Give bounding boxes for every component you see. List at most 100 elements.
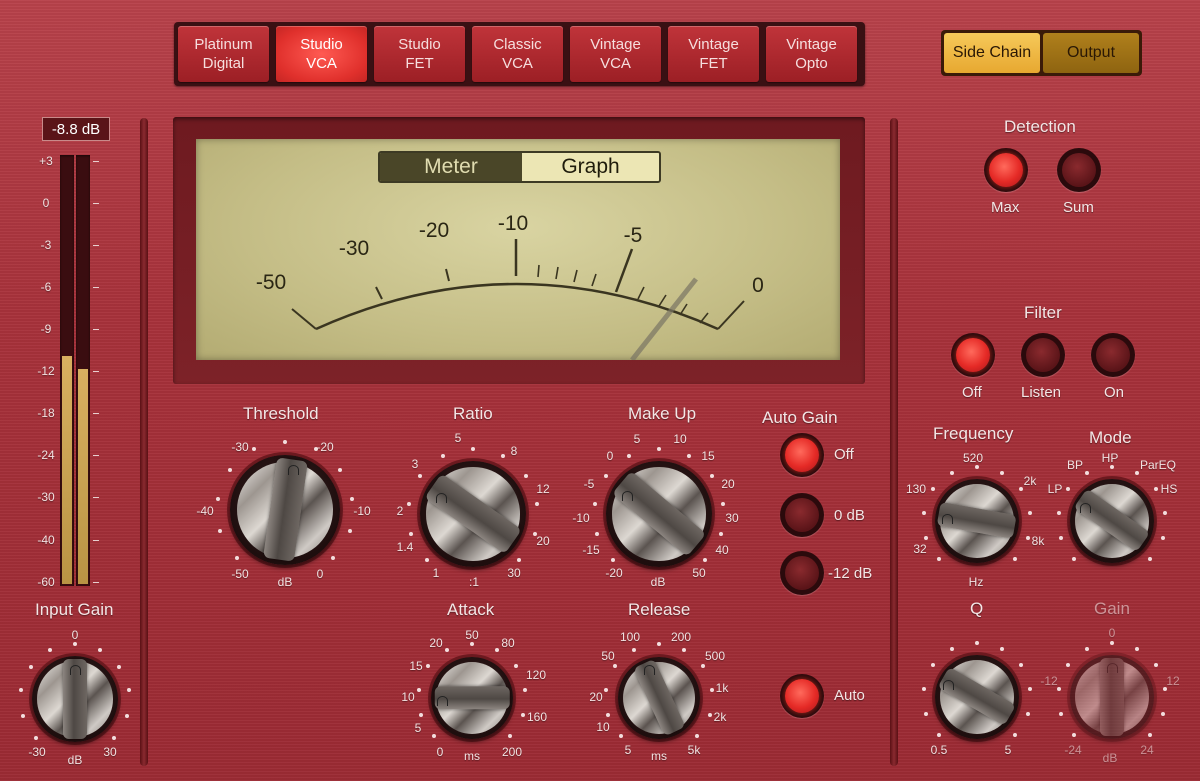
tab-graph[interactable]: Graph	[522, 153, 659, 181]
knob-dot	[632, 647, 637, 652]
input-scale-label: -40	[37, 533, 55, 547]
input-scale-label: -9	[40, 322, 52, 336]
input-level-readout: -8.8 dB	[42, 117, 110, 141]
ratio-tick: 3	[411, 457, 419, 471]
frequency-knob[interactable]	[935, 479, 1019, 563]
filter-listen-led[interactable]	[1021, 333, 1065, 377]
knob-dot	[1163, 686, 1168, 691]
detection-sum-led[interactable]	[1057, 148, 1101, 192]
detection-label: Detection	[1004, 117, 1076, 136]
makeup-knob[interactable]	[606, 461, 712, 567]
level-fill	[78, 368, 88, 584]
ratio-tick: 1.4	[396, 540, 414, 554]
meter-tick	[375, 286, 383, 300]
makeup-tick: -15	[582, 543, 600, 557]
release-knob[interactable]	[618, 657, 700, 739]
release-label: Release	[628, 600, 691, 619]
makeup-tick: 20	[721, 477, 735, 491]
model-button-vintage-vca[interactable]: Vintage VCA	[570, 26, 661, 82]
gain-tick: -24	[1064, 743, 1082, 757]
model-button-classic-vca[interactable]: Classic VCA	[472, 26, 563, 82]
knob-dot	[1161, 711, 1166, 716]
detection-max-led[interactable]	[984, 148, 1028, 192]
filter-option: Off	[962, 384, 982, 401]
model-label-line2: Opto	[795, 55, 828, 72]
knob-dot	[252, 447, 257, 452]
knob-dot	[117, 664, 122, 669]
mode-tick: LP	[1047, 482, 1063, 496]
knob-dot	[603, 687, 608, 692]
knob-dot	[508, 734, 513, 739]
input-scale-label: 0	[42, 196, 50, 210]
makeup-tick: -10	[572, 511, 590, 525]
meter-scale-label: -30	[338, 237, 370, 260]
knob-dot	[535, 501, 540, 506]
mode-knob[interactable]	[1070, 479, 1154, 563]
model-label-line1: Vintage	[688, 36, 739, 53]
knob-dot	[975, 641, 979, 645]
threshold-knob[interactable]	[230, 455, 340, 565]
model-button-platinum-digital[interactable]: Platinum Digital	[178, 26, 269, 82]
model-button-studio-fet[interactable]: Studio FET	[374, 26, 465, 82]
auto-release-led[interactable]	[780, 674, 824, 718]
knob-dot	[426, 664, 431, 669]
q-knob[interactable]	[935, 655, 1019, 739]
knob-dot	[406, 501, 411, 506]
detection-option: Sum	[1063, 199, 1094, 216]
filter-on-led[interactable]	[1091, 333, 1135, 377]
knob-dot	[923, 711, 928, 716]
model-button-studio-vca[interactable]: Studio VCA	[276, 26, 367, 82]
meter-tick	[537, 264, 540, 278]
knob-dot	[73, 642, 77, 646]
gain-knob[interactable]	[1070, 655, 1154, 739]
knob-dot	[627, 454, 632, 459]
meter-scale-label: -5	[623, 224, 643, 247]
mode-tick: HP	[1101, 451, 1119, 465]
tab-meter[interactable]: Meter	[380, 153, 522, 181]
frequency-tick: 130	[905, 482, 927, 496]
knob-dot	[218, 529, 223, 533]
auto-gain-0db-led[interactable]	[780, 493, 824, 537]
meter-scale-label: 0	[752, 274, 764, 297]
model-label-line1: Vintage	[590, 36, 641, 53]
knob-dot	[1134, 646, 1139, 651]
knob-dot	[523, 473, 528, 478]
model-label-line1: Platinum	[194, 36, 253, 53]
ratio-tick: 5	[454, 431, 462, 445]
frequency-tick: 520	[962, 451, 984, 465]
auto-gain-off-led[interactable]	[780, 433, 824, 477]
knob-dot	[18, 688, 23, 693]
input-scale-label: -12	[37, 364, 55, 378]
compressor-model-selector: Platinum Digital Studio VCA Studio FET Clas…	[174, 22, 865, 86]
side-chain-button[interactable]: Side Chain	[944, 33, 1040, 73]
filter-off-led[interactable]	[951, 333, 995, 377]
attack-tick: 120	[525, 668, 547, 682]
knob-dot	[338, 468, 342, 473]
input-gain-unit: dB	[67, 753, 83, 767]
knob-dot	[331, 556, 336, 561]
knob-dot	[1148, 557, 1153, 562]
attack-tick: 5	[414, 721, 422, 735]
ratio-knob[interactable]	[420, 461, 526, 567]
knob-dot	[721, 501, 726, 506]
input-gain-knob[interactable]	[32, 656, 118, 742]
release-tick: 20	[589, 690, 603, 704]
attack-knob[interactable]	[431, 657, 513, 739]
model-button-vintage-opto[interactable]: Vintage Opto	[766, 26, 857, 82]
knob-dot	[708, 712, 713, 717]
knob-dot	[313, 447, 318, 452]
knob-dot	[350, 497, 355, 502]
knob-dot	[700, 664, 705, 669]
meter-tick-major	[291, 308, 317, 330]
release-tick: 200	[670, 630, 692, 644]
model-button-vintage-fet[interactable]: Vintage FET	[668, 26, 759, 82]
makeup-tick: 50	[692, 566, 706, 580]
knob-dot	[1153, 487, 1158, 492]
auto-gain-minus12db-led[interactable]	[780, 551, 824, 595]
gain-tick: 24	[1140, 743, 1154, 757]
mode-tick: ParEQ	[1139, 458, 1177, 472]
threshold-tick: -50	[231, 567, 249, 581]
knob-dot	[931, 663, 936, 668]
output-button[interactable]: Output	[1043, 33, 1139, 73]
input-gain-tick-max: 30	[103, 745, 117, 759]
